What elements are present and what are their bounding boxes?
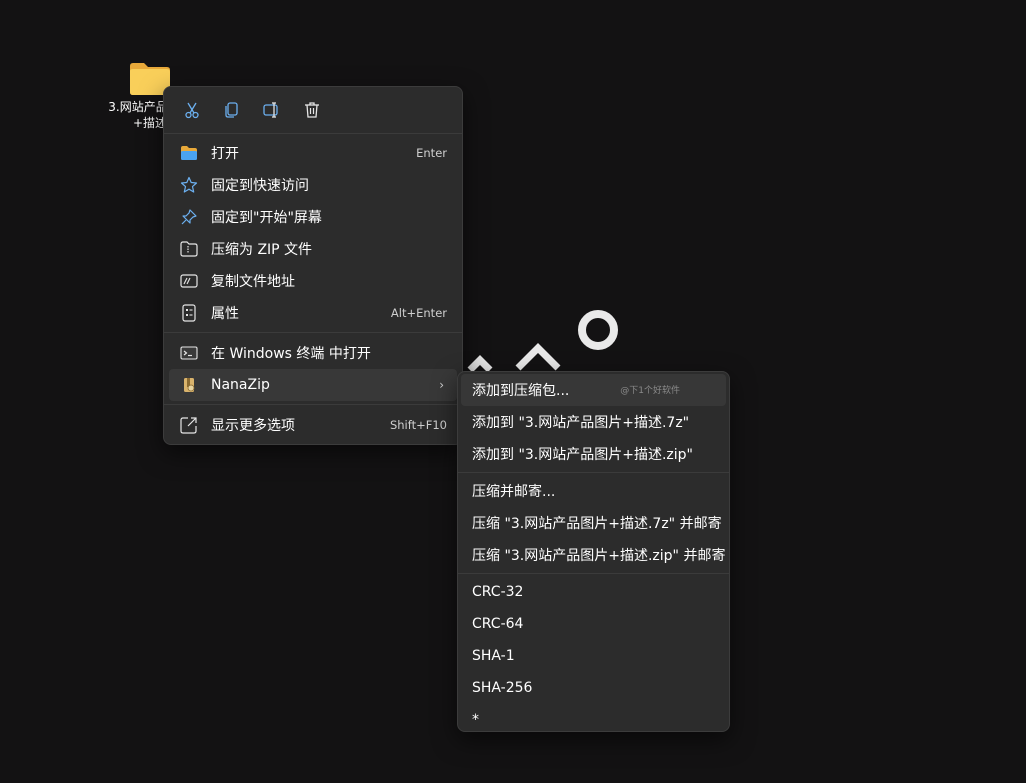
menu-item-label: 属性 xyxy=(211,306,239,322)
submenu-item-label: SHA-1 xyxy=(472,648,515,664)
submenu-item-label: 压缩并邮寄... xyxy=(472,484,556,500)
submenu-item-label: 添加到压缩包... xyxy=(472,383,570,399)
submenu-item-label: * xyxy=(472,712,479,728)
submenu-item-label: 压缩 "3.网站产品图片+描述.zip" 并邮寄 xyxy=(472,548,726,564)
delete-button[interactable] xyxy=(294,94,330,126)
submenu-divider xyxy=(458,573,729,574)
submenu-item-crc64[interactable]: CRC-64 xyxy=(461,608,726,640)
submenu-item-label: 添加到 "3.网站产品图片+描述.zip" xyxy=(472,447,693,463)
properties-icon xyxy=(179,303,199,323)
submenu-item-label: CRC-64 xyxy=(472,616,524,632)
more-options-icon xyxy=(179,415,199,435)
shortcut-label: Enter xyxy=(416,146,447,160)
menu-item-compress-zip[interactable]: 压缩为 ZIP 文件 xyxy=(169,233,457,265)
menu-item-copy-path[interactable]: 复制文件地址 xyxy=(169,265,457,297)
menu-item-label: 在 Windows 终端 中打开 xyxy=(211,346,371,362)
submenu-item-label: SHA-256 xyxy=(472,680,533,696)
terminal-icon xyxy=(179,343,199,363)
submenu-divider xyxy=(458,472,729,473)
menu-item-show-more-options[interactable]: 显示更多选项 Shift+F10 xyxy=(169,409,457,441)
submenu-item-add-7z[interactable]: 添加到 "3.网站产品图片+描述.7z" xyxy=(461,406,726,438)
menu-item-pin-quick-access[interactable]: 固定到快速访问 xyxy=(169,169,457,201)
menu-item-nanazip[interactable]: NanaZip › xyxy=(169,369,457,401)
menu-item-open-terminal[interactable]: 在 Windows 终端 中打开 xyxy=(169,337,457,369)
menu-item-pin-start[interactable]: 固定到"开始"屏幕 xyxy=(169,201,457,233)
submenu-item-label: CRC-32 xyxy=(472,584,524,600)
delete-icon xyxy=(305,102,319,118)
submenu-item-all-hashes[interactable]: * xyxy=(461,704,726,736)
submenu-item-add-zip[interactable]: 添加到 "3.网站产品图片+描述.zip" xyxy=(461,438,726,470)
cut-button[interactable] xyxy=(174,94,210,126)
rename-icon xyxy=(263,102,278,118)
menu-item-label: 固定到快速访问 xyxy=(211,178,309,194)
context-menu-toolbar xyxy=(164,87,462,133)
shortcut-label: Alt+Enter xyxy=(390,306,447,320)
zip-icon xyxy=(179,239,199,259)
chevron-right-icon: › xyxy=(439,378,444,392)
folder-open-icon xyxy=(179,143,199,163)
menu-item-label: 固定到"开始"屏幕 xyxy=(211,210,322,226)
submenu-item-label: 添加到 "3.网站产品图片+描述.7z" xyxy=(472,415,690,431)
nanazip-submenu: 添加到压缩包... @下1个好软件 添加到 "3.网站产品图片+描述.7z" 添… xyxy=(457,371,730,732)
submenu-item-add-to-archive[interactable]: 添加到压缩包... @下1个好软件 xyxy=(461,374,726,406)
submenu-item-compress-email[interactable]: 压缩并邮寄... xyxy=(461,475,726,507)
menu-item-open[interactable]: 打开 Enter xyxy=(169,137,457,169)
copy-path-icon xyxy=(179,271,199,291)
wallpaper-decoration xyxy=(467,310,618,373)
nanazip-icon xyxy=(179,375,199,395)
submenu-item-compress-zip-email[interactable]: 压缩 "3.网站产品图片+描述.zip" 并邮寄 xyxy=(461,539,726,571)
menu-item-properties[interactable]: 属性 Alt+Enter xyxy=(169,297,457,329)
watermark-text: @下1个好软件 xyxy=(620,386,680,396)
star-icon xyxy=(179,175,199,195)
submenu-item-sha1[interactable]: SHA-1 xyxy=(461,640,726,672)
context-menu: 打开 Enter 固定到快速访问 固定到"开始"屏幕 压缩为 ZIP 文件 复制… xyxy=(163,86,463,445)
menu-item-label: NanaZip xyxy=(211,377,270,393)
submenu-item-label: 压缩 "3.网站产品图片+描述.7z" 并邮寄 xyxy=(472,516,722,532)
rename-button[interactable] xyxy=(254,94,290,126)
copy-button[interactable] xyxy=(214,94,250,126)
submenu-item-sha256[interactable]: SHA-256 xyxy=(461,672,726,704)
copy-icon xyxy=(225,102,238,118)
cut-icon xyxy=(185,102,199,119)
menu-item-label: 压缩为 ZIP 文件 xyxy=(211,242,313,258)
menu-item-label: 打开 xyxy=(211,146,239,162)
menu-item-label: 显示更多选项 xyxy=(211,418,295,434)
submenu-item-crc32[interactable]: CRC-32 xyxy=(461,576,726,608)
menu-item-label: 复制文件地址 xyxy=(211,274,295,290)
submenu-item-compress-7z-email[interactable]: 压缩 "3.网站产品图片+描述.7z" 并邮寄 xyxy=(461,507,726,539)
pin-icon xyxy=(179,207,199,227)
shortcut-label: Shift+F10 xyxy=(389,418,447,432)
